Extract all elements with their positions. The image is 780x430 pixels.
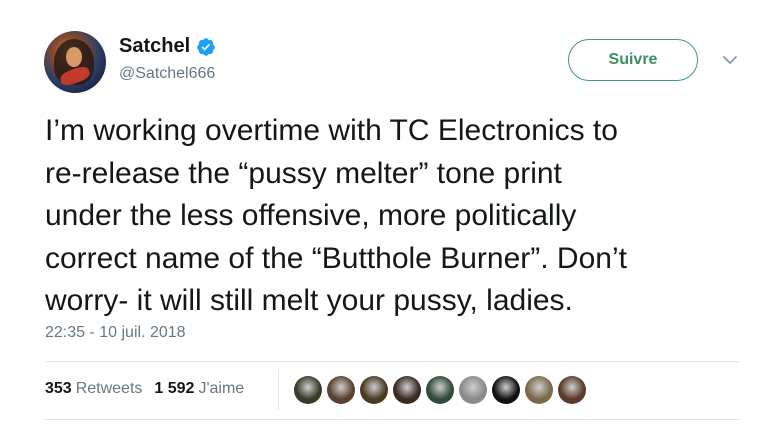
liker-avatar-6[interactable] — [459, 376, 487, 404]
retweets-count: 353 — [45, 380, 72, 397]
avatar-face — [66, 47, 82, 67]
liker-avatar-3[interactable] — [360, 376, 388, 404]
stats-separator — [278, 370, 279, 410]
liker-avatar-8[interactable] — [525, 376, 553, 404]
author-name-row: Satchel — [119, 35, 216, 58]
follow-button[interactable]: Suivre — [568, 39, 698, 81]
author-handle[interactable]: @Satchel666 — [119, 65, 215, 83]
retweets-label: Retweets — [75, 380, 143, 397]
chevron-down-icon[interactable] — [722, 52, 738, 68]
liker-avatar-5[interactable] — [426, 376, 454, 404]
liker-avatars — [294, 376, 586, 404]
liker-avatar-1[interactable] — [294, 376, 322, 404]
liker-avatar-9[interactable] — [558, 376, 586, 404]
retweets-stat[interactable]: 353 Retweets — [45, 380, 142, 398]
tweet-line: correct name of the “Butthole Burner”. D… — [45, 241, 627, 275]
tweet-timestamp[interactable]: 22:35 - 10 juil. 2018 — [45, 324, 186, 342]
liker-avatar-2[interactable] — [327, 376, 355, 404]
tweet-line: worry- it will still melt your pussy, la… — [45, 284, 573, 317]
tweet-line: I’m working overtime with TC Electronics… — [45, 114, 618, 147]
tweet-line: re-release the “pussy melter” tone print — [45, 156, 562, 190]
tweet-line: under the less offensive, more political… — [45, 199, 577, 232]
author-name[interactable]: Satchel — [119, 35, 190, 58]
tweet-stats: 353 Retweets 1 592 J'aime — [45, 380, 244, 398]
likes-count: 1 592 — [154, 380, 195, 397]
author-avatar[interactable] — [44, 31, 106, 93]
divider — [45, 419, 740, 420]
divider — [45, 361, 740, 362]
tweet-text: I’m working overtime with TC Electronics… — [45, 110, 755, 323]
likes-label: J'aime — [198, 380, 245, 397]
liker-avatar-7[interactable] — [492, 376, 520, 404]
verified-badge-icon — [197, 37, 215, 56]
likes-stat[interactable]: 1 592 J'aime — [154, 380, 244, 398]
liker-avatar-4[interactable] — [393, 376, 421, 404]
